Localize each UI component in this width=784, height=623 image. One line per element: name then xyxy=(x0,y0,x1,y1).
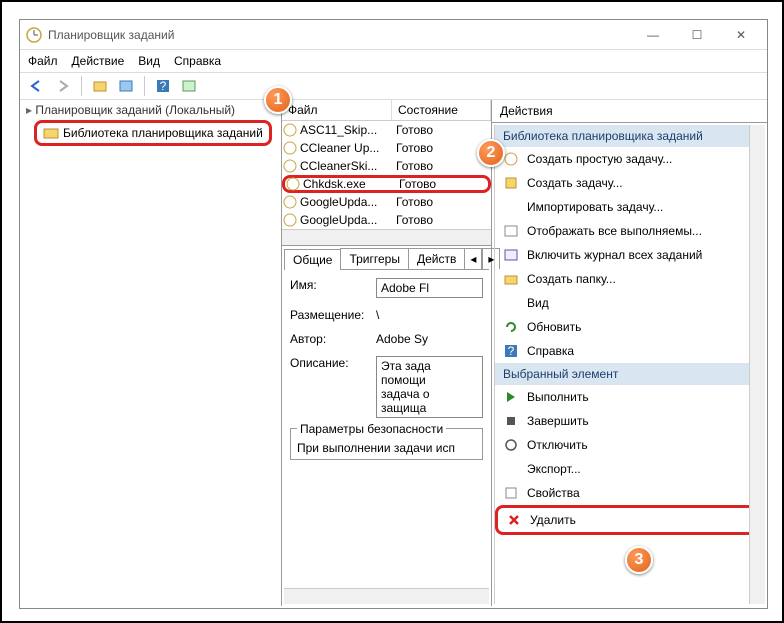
action-export[interactable]: Экспорт... xyxy=(495,457,765,481)
window-title: Планировщик заданий xyxy=(48,28,633,42)
task-row[interactable]: GoogleUpda... Готово xyxy=(282,211,491,229)
scrollbar-horizontal[interactable] xyxy=(282,229,491,245)
details-pane: Общие Триггеры Действ ◂ ▸ Имя: Adobe Fl … xyxy=(282,246,491,606)
tab-actions[interactable]: Действ xyxy=(408,248,465,269)
svg-text:?: ? xyxy=(508,344,515,358)
close-button[interactable]: ✕ xyxy=(721,23,761,47)
task-row-selected[interactable]: Chkdsk.exe Готово xyxy=(282,175,491,193)
action-properties[interactable]: Свойства xyxy=(495,481,765,505)
maximize-button[interactable]: ☐ xyxy=(677,23,717,47)
minimize-button[interactable]: — xyxy=(633,23,673,47)
stop-icon xyxy=(503,413,519,429)
value-location: \ xyxy=(376,308,483,322)
field-name[interactable]: Adobe Fl xyxy=(376,278,483,298)
action-enable-history[interactable]: Включить журнал всех заданий xyxy=(495,243,765,267)
clock-icon xyxy=(282,123,298,137)
back-button[interactable] xyxy=(26,75,48,97)
menu-help[interactable]: Справка xyxy=(174,54,221,68)
action-import-task[interactable]: Импортировать задачу... xyxy=(495,195,765,219)
action-help[interactable]: ? Справка xyxy=(495,339,765,363)
group-security: Параметры безопасности xyxy=(297,422,446,436)
action-end[interactable]: Завершить xyxy=(495,409,765,433)
action-disable[interactable]: Отключить xyxy=(495,433,765,457)
properties-button[interactable] xyxy=(115,75,137,97)
task-row[interactable]: CCleanerSki... Готово xyxy=(282,157,491,175)
menu-action[interactable]: Действие xyxy=(72,54,125,68)
delete-icon xyxy=(506,512,522,528)
titlebar: Планировщик заданий — ☐ ✕ xyxy=(20,20,767,50)
badge-3: 3 xyxy=(625,546,653,574)
import-icon xyxy=(503,199,519,215)
middle-pane: Файл Состояние ASC11_Skip... Готово CCle… xyxy=(282,100,492,606)
play-icon xyxy=(503,389,519,405)
tree-library[interactable]: Библиотека планировщика заданий xyxy=(34,120,272,146)
tab-triggers[interactable]: Триггеры xyxy=(340,248,409,269)
badge-1: 1 xyxy=(264,86,292,114)
toolbar: ? xyxy=(20,72,767,100)
badge-2: 2 xyxy=(477,139,505,167)
value-author: Adobe Sy xyxy=(376,332,483,346)
folder-icon xyxy=(503,271,519,287)
properties-icon xyxy=(503,485,519,501)
task-row[interactable]: ASC11_Skip... Готово xyxy=(282,121,491,139)
clock-icon xyxy=(282,159,298,173)
col-header-file[interactable]: Файл xyxy=(282,100,392,120)
wizard-icon xyxy=(503,151,519,167)
action-run[interactable]: Выполнить xyxy=(495,385,765,409)
action-view[interactable]: Вид ▸ xyxy=(495,291,765,315)
clock-icon xyxy=(282,213,298,227)
action-create-task[interactable]: Создать задачу... xyxy=(495,171,765,195)
view-button[interactable] xyxy=(178,75,200,97)
action-create-basic-task[interactable]: Создать простую задачу... xyxy=(495,147,765,171)
task-list: Файл Состояние ASC11_Skip... Готово CCle… xyxy=(282,100,491,246)
label-name: Имя: xyxy=(290,278,376,292)
list-icon xyxy=(503,223,519,239)
label-desc: Описание: xyxy=(290,356,376,370)
label-author: Автор: xyxy=(290,332,376,346)
action-show-running[interactable]: Отображать все выполняемы... xyxy=(495,219,765,243)
tree-pane: ▸ Планировщик заданий (Локальный) Библио… xyxy=(20,100,282,606)
action-delete[interactable]: Удалить xyxy=(495,505,765,535)
task-icon xyxy=(503,175,519,191)
tab-nav-left[interactable]: ◂ xyxy=(464,248,482,269)
help-icon: ? xyxy=(503,343,519,359)
menu-file[interactable]: Файл xyxy=(28,54,58,68)
task-row[interactable]: GoogleUpda... Готово xyxy=(282,193,491,211)
svg-text:?: ? xyxy=(160,79,167,93)
scrollbar-vertical[interactable] xyxy=(749,125,765,604)
folder-icon xyxy=(43,126,59,140)
clock-icon xyxy=(282,141,298,155)
text-runas: При выполнении задачи исп xyxy=(297,441,476,455)
forward-button[interactable] xyxy=(52,75,74,97)
disable-icon xyxy=(503,437,519,453)
scrollbar-horizontal[interactable] xyxy=(284,588,489,604)
refresh-icon xyxy=(503,319,519,335)
clock-icon xyxy=(285,177,301,191)
menu-view[interactable]: Вид xyxy=(138,54,160,68)
action-refresh[interactable]: Обновить xyxy=(495,315,765,339)
label-location: Размещение: xyxy=(290,308,376,322)
app-icon xyxy=(26,27,42,43)
tree-root[interactable]: ▸ Планировщик заданий (Локальный) xyxy=(22,102,279,118)
help-button[interactable]: ? xyxy=(152,75,174,97)
actions-pane: Действия Библиотека планировщика заданий… xyxy=(492,100,767,606)
actions-section-selected[interactable]: Выбранный элемент ▴ xyxy=(495,363,765,385)
task-row[interactable]: CCleaner Up... Готово xyxy=(282,139,491,157)
clock-icon xyxy=(282,195,298,209)
actions-header: Действия xyxy=(492,100,767,123)
col-header-status[interactable]: Состояние xyxy=(392,100,491,120)
history-icon xyxy=(503,247,519,263)
tab-general[interactable]: Общие xyxy=(284,249,341,270)
actions-section-library[interactable]: Библиотека планировщика заданий ▴ xyxy=(495,125,765,147)
task-scheduler-window: Планировщик заданий — ☐ ✕ Файл Действие … xyxy=(19,19,768,609)
menu-bar: Файл Действие Вид Справка xyxy=(20,50,767,72)
up-button[interactable] xyxy=(89,75,111,97)
action-new-folder[interactable]: Создать папку... xyxy=(495,267,765,291)
field-desc[interactable]: Эта зада помощи задача о защища xyxy=(376,356,483,418)
